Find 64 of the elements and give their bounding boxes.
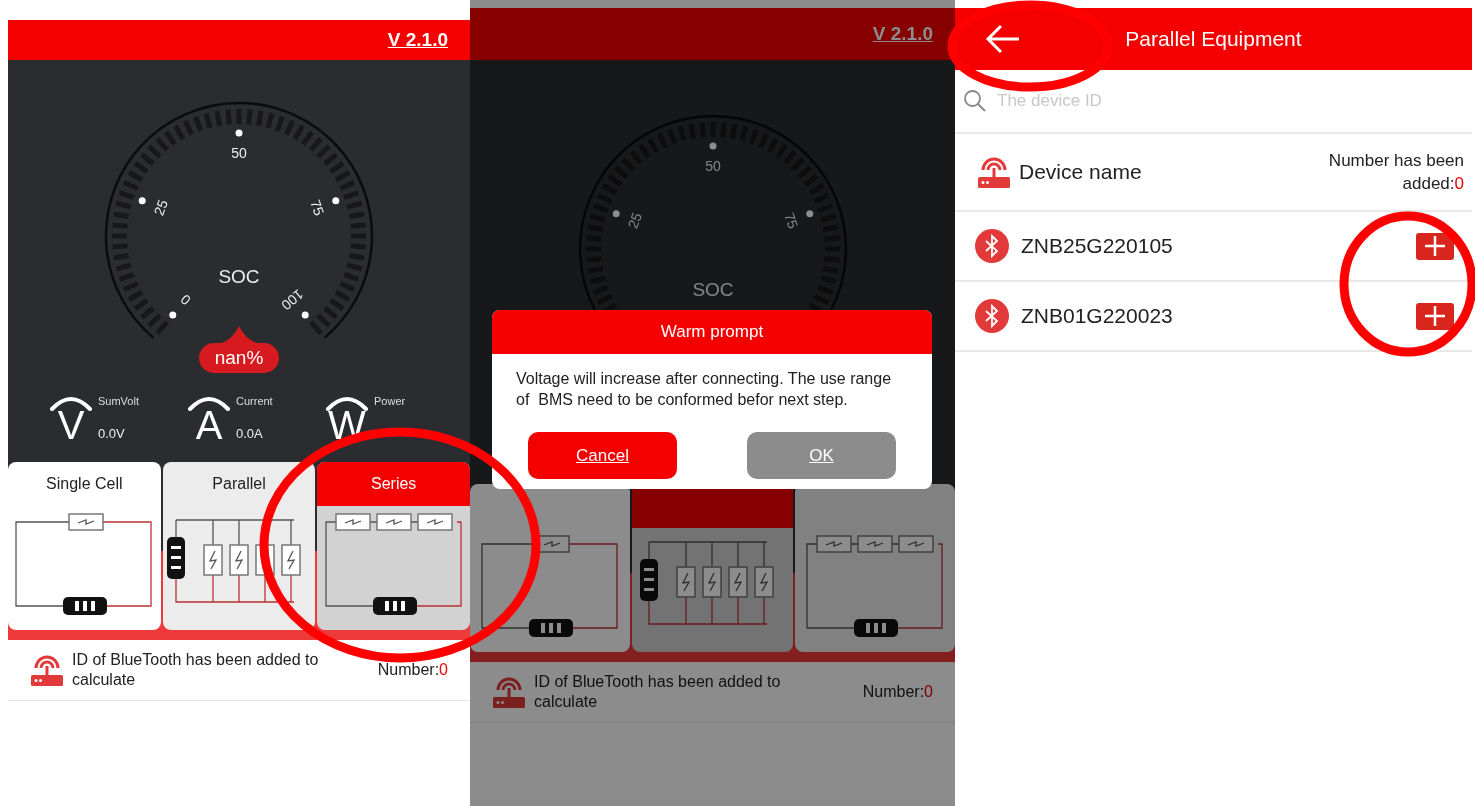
- metric-value: 0.0A: [236, 426, 264, 441]
- gauge-tick-dot: [612, 210, 620, 218]
- unit-symbol: V: [57, 407, 85, 443]
- arc-icon: [48, 395, 94, 411]
- plus-icon: [1424, 235, 1446, 257]
- version-link[interactable]: V 2.1.0: [387, 29, 448, 51]
- gauge-tick-label: 75: [780, 210, 801, 231]
- gauge-tick-dot: [138, 197, 146, 205]
- bluetooth-icon: [975, 299, 1009, 333]
- plus-icon: [1424, 305, 1446, 327]
- mode-tab[interactable]: Series: [317, 462, 470, 630]
- screen-title: Parallel Equipment: [1124, 27, 1303, 51]
- dialog-title: Warm prompt: [492, 310, 932, 354]
- gauge-tick-label: 75: [307, 197, 328, 218]
- count-text: Number:0: [377, 661, 448, 679]
- dialog-message: Voltage will increase after connecting. The use range of BMS need to be conformed befor next step.: [515, 369, 893, 410]
- gauge-tick-label: 0: [177, 291, 194, 309]
- metric-label: Power: [374, 395, 406, 407]
- router-icon: [30, 654, 64, 686]
- version-link[interactable]: V 2.1.0: [872, 23, 933, 45]
- gauge-tick-dot: [301, 311, 309, 319]
- gauge-tick-label: 50: [231, 144, 247, 161]
- info-text: ID of BlueTooth has been added to calculate: [534, 672, 782, 712]
- mode-tab[interactable]: [470, 484, 631, 652]
- column-label: Device name: [1019, 160, 1142, 184]
- gauge-tick-dot: [235, 129, 243, 137]
- add-button[interactable]: [1416, 232, 1454, 260]
- gauge-tick-label: 25: [624, 210, 645, 231]
- gauge-tick-dot: [805, 210, 813, 218]
- gauge-label: SOC: [218, 266, 260, 287]
- mode-tab[interactable]: Single Cell: [8, 462, 161, 630]
- metric-label: SumVolt: [98, 395, 139, 407]
- count-text: Number has been added:0: [1327, 150, 1464, 195]
- info-text: ID of BlueTooth has been added to calculate: [72, 650, 320, 690]
- gauge-tick-label: 100: [278, 286, 307, 314]
- device-id: ZNB01G220023: [1021, 304, 1173, 328]
- device-id: ZNB25G220105: [1021, 234, 1173, 258]
- count-text: Number:0: [862, 683, 933, 701]
- device-row[interactable]: ZNB25G220105: [955, 212, 1472, 282]
- cancel-button[interactable]: Cancel: [528, 432, 677, 479]
- arc-icon: [324, 395, 370, 411]
- unit-symbol: A: [195, 407, 223, 443]
- router-icon: [492, 676, 526, 708]
- device-row[interactable]: ZNB01G220023: [955, 282, 1472, 352]
- mode-tab[interactable]: [794, 484, 955, 652]
- gauge-tick-label: 25: [150, 197, 171, 218]
- gauge-tick-dot: [169, 311, 177, 319]
- router-icon: [977, 156, 1011, 188]
- gauge-label: SOC: [691, 279, 734, 300]
- search-icon: [963, 89, 987, 113]
- metric-value: 0.0V: [98, 426, 126, 441]
- tab-header: Series: [317, 462, 470, 506]
- arc-icon: [186, 395, 232, 411]
- add-button[interactable]: [1416, 302, 1454, 330]
- metric-label: Current: [236, 395, 273, 407]
- gauge-tick-label: 50: [704, 157, 721, 174]
- mode-tab[interactable]: Parallel: [162, 462, 316, 630]
- back-arrow-icon[interactable]: [985, 24, 1021, 54]
- gauge-tick-dot: [709, 142, 716, 150]
- bluetooth-icon: [975, 229, 1009, 263]
- gauge-tick-dot: [332, 197, 340, 205]
- tab-header: Single Cell: [45, 474, 124, 494]
- tab-header: Parallel: [211, 474, 267, 494]
- ok-button[interactable]: OK: [747, 432, 896, 479]
